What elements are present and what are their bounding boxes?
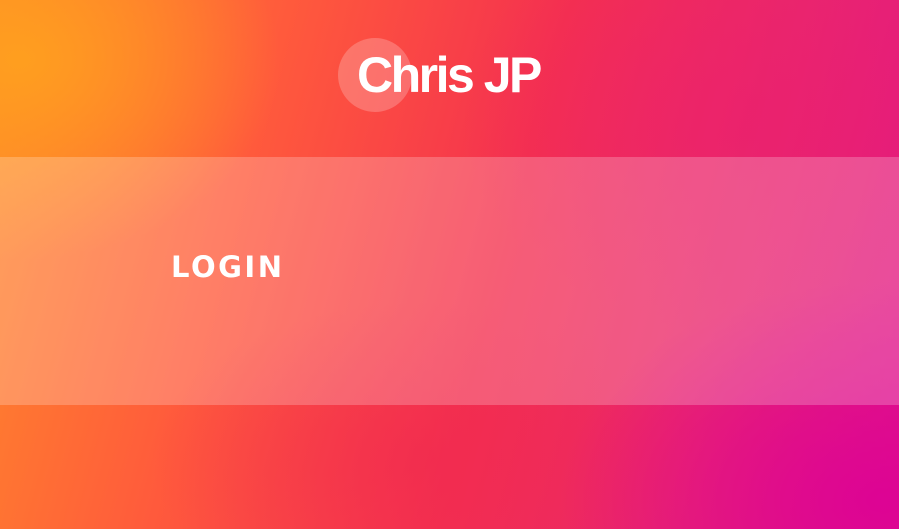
- login-link[interactable]: LOGIN: [171, 248, 284, 286]
- site-header: Chris JP: [0, 0, 899, 157]
- login-band: [0, 157, 899, 405]
- logo-text: Chris JP: [357, 47, 542, 103]
- site-logo[interactable]: Chris JP: [338, 38, 542, 112]
